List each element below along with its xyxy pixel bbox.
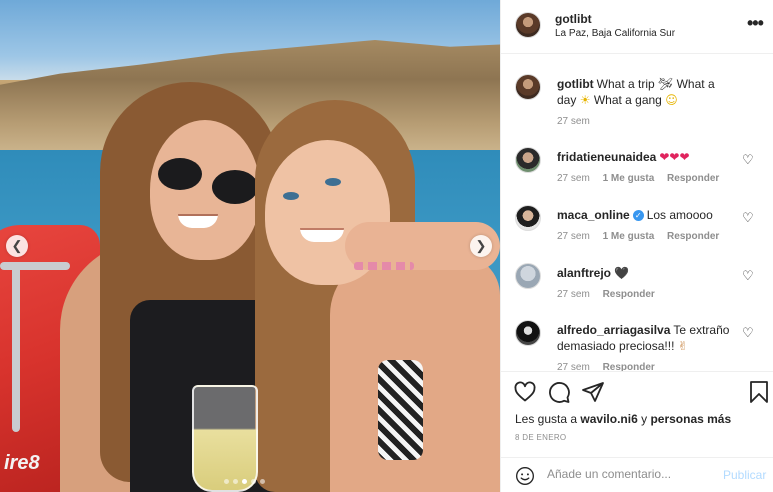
likes-summary: Les gusta a wavilo.ni6 y personas más xyxy=(515,412,731,426)
carousel-dot xyxy=(242,479,247,484)
photo-boat-lettering: ire8 xyxy=(4,452,40,474)
comment-timestamp[interactable]: 27 sem xyxy=(557,173,590,184)
carousel-next-button[interactable]: ❯ xyxy=(470,235,492,257)
comment-input[interactable] xyxy=(547,467,717,481)
comment-meta: 27 sem Responder xyxy=(557,289,665,300)
caption-meta: 27 sem xyxy=(557,116,600,127)
carousel-prev-button[interactable]: ❮ xyxy=(6,235,28,257)
carousel-dot xyxy=(260,479,265,484)
airplane-icon: 🛩 xyxy=(658,77,674,91)
reply-button[interactable]: Responder xyxy=(667,173,719,184)
comment-timestamp[interactable]: 27 sem xyxy=(557,231,590,242)
likes-user[interactable]: wavilo.ni6 xyxy=(580,412,637,426)
reply-button[interactable]: Responder xyxy=(667,231,719,242)
comment-username[interactable]: fridatieneunaidea xyxy=(557,150,656,164)
chevron-right-icon: ❯ xyxy=(475,238,487,253)
heart-icon[interactable] xyxy=(513,380,537,404)
caption-part-3: What a gang xyxy=(593,93,662,107)
carousel-dot xyxy=(233,479,238,484)
avatar[interactable] xyxy=(515,147,541,173)
comment-meta: 27 sem 1 Me gusta Responder xyxy=(557,231,729,242)
chevron-left-icon: ❮ xyxy=(11,238,23,253)
heart-icon[interactable]: ♡ xyxy=(742,153,756,167)
post-actions: Les gusta a wavilo.ni6 y personas más 8 … xyxy=(501,371,773,457)
avatar[interactable] xyxy=(515,205,541,231)
comment-timestamp[interactable]: 27 sem xyxy=(557,289,590,300)
comment-text: alanftrejo 🖤 xyxy=(557,265,737,281)
caption-part-1: What a trip xyxy=(596,77,655,91)
post-date[interactable]: 8 DE ENERO xyxy=(515,433,566,442)
champagne-glass xyxy=(192,385,258,492)
post-header: gotlibt La Paz, Baja California Sur ••• xyxy=(501,0,773,54)
comment-body: Los amoooo xyxy=(646,208,713,222)
comment-likes[interactable]: 1 Me gusta xyxy=(603,231,655,242)
comment-username[interactable]: alfredo_arriagasilva xyxy=(557,323,670,337)
reply-button[interactable]: Responder xyxy=(603,289,655,300)
publish-button[interactable]: Publicar xyxy=(723,468,766,482)
comment-username[interactable]: alanftrejo xyxy=(557,266,611,280)
comment-meta: 27 sem Responder xyxy=(557,362,665,371)
caption-username[interactable]: gotlibt xyxy=(557,77,594,91)
photo-boat-rail xyxy=(0,262,70,270)
heart-icon[interactable]: ♡ xyxy=(742,269,756,283)
comment-icon[interactable] xyxy=(547,380,571,404)
carousel-dot xyxy=(251,479,256,484)
avatar[interactable] xyxy=(515,320,541,346)
likes-mid: y xyxy=(641,412,648,426)
share-icon[interactable] xyxy=(581,380,605,404)
person-right-eye xyxy=(283,192,299,200)
sunglasses-right-lens xyxy=(212,170,258,204)
caption-timestamp[interactable]: 27 sem xyxy=(557,116,590,127)
carousel-dot xyxy=(224,479,229,484)
person-right-swimsuit xyxy=(378,360,423,460)
comment-timestamp[interactable]: 27 sem xyxy=(557,362,590,371)
person-right-eye xyxy=(325,178,341,186)
comment-emoji: 🖤 xyxy=(614,266,629,280)
comment-text: alfredo_arriagasilva Te extraño demasiado… xyxy=(557,322,737,354)
avatar[interactable] xyxy=(515,12,541,38)
post-details-panel: gotlibt La Paz, Baja California Sur ••• … xyxy=(500,0,773,492)
likes-prefix: Les gusta a xyxy=(515,412,578,426)
add-comment-bar: Publicar xyxy=(501,457,773,492)
heart-icon[interactable]: ♡ xyxy=(742,326,756,340)
painted-nails xyxy=(354,262,414,270)
avatar[interactable] xyxy=(515,263,541,289)
post-username[interactable]: gotlibt xyxy=(555,12,592,26)
comment-likes[interactable]: 1 Me gusta xyxy=(603,173,655,184)
likes-others[interactable]: personas más xyxy=(650,412,731,426)
comments-list[interactable]: gotlibt What a trip 🛩 What a day ☀ What a… xyxy=(501,55,773,371)
comment-emoji: ✌ xyxy=(677,339,688,353)
more-icon[interactable]: ••• xyxy=(747,14,764,32)
carousel-indicator xyxy=(224,479,265,484)
avatar[interactable] xyxy=(515,74,541,100)
post-location[interactable]: La Paz, Baja California Sur xyxy=(555,28,675,39)
post-photo[interactable]: ire8 ❮ ❯ xyxy=(0,0,500,492)
comment-text: maca_online ✓ Los amoooo xyxy=(557,207,737,223)
comment-emoji: ❤❤❤ xyxy=(659,150,690,164)
comment-text: fridatieneunaidea ❤❤❤ xyxy=(557,149,737,165)
comment-username[interactable]: maca_online xyxy=(557,208,630,222)
photo-boat-rail-post xyxy=(12,262,20,432)
smile-emoji-icon: ☺ xyxy=(665,93,678,107)
reply-button[interactable]: Responder xyxy=(603,362,655,371)
heart-icon[interactable]: ♡ xyxy=(742,211,756,225)
verified-badge-icon: ✓ xyxy=(632,210,644,222)
caption-text: gotlibt What a trip 🛩 What a day ☀ What a… xyxy=(557,76,737,108)
sunglasses-left-lens xyxy=(158,158,202,190)
emoji-icon[interactable] xyxy=(515,466,535,486)
comment-meta: 27 sem 1 Me gusta Responder xyxy=(557,173,729,184)
sun-icon: ☀ xyxy=(579,93,591,107)
bookmark-icon[interactable] xyxy=(747,380,771,404)
